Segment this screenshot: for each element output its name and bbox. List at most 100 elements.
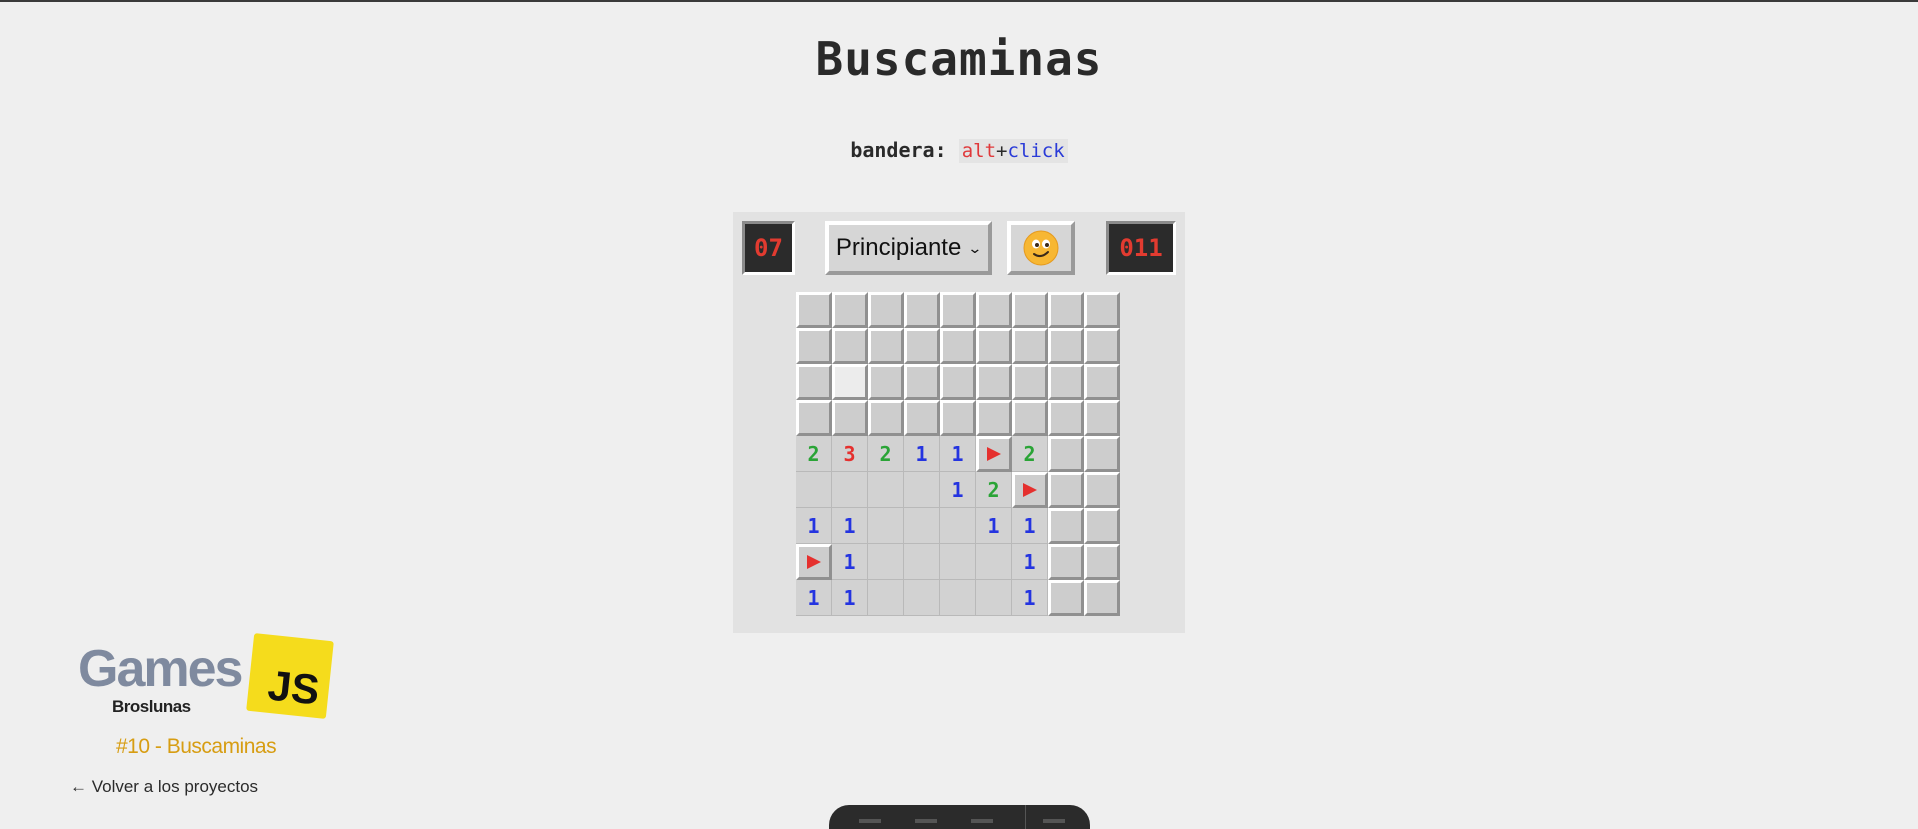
empty-cell[interactable] bbox=[832, 472, 868, 508]
number-cell[interactable]: 1 bbox=[940, 472, 976, 508]
hidden-cell[interactable] bbox=[1012, 292, 1048, 328]
hidden-cell[interactable] bbox=[1048, 508, 1084, 544]
smiley-face-icon bbox=[1023, 230, 1059, 266]
level-select[interactable]: Principiante ⌄ bbox=[825, 221, 992, 275]
number-cell[interactable]: 3 bbox=[832, 436, 868, 472]
empty-cell[interactable] bbox=[904, 472, 940, 508]
number-cell[interactable]: 2 bbox=[796, 436, 832, 472]
hidden-cell[interactable] bbox=[868, 400, 904, 436]
empty-cell[interactable] bbox=[868, 544, 904, 580]
number-cell[interactable]: 1 bbox=[1012, 544, 1048, 580]
empty-cell[interactable] bbox=[904, 544, 940, 580]
hidden-cell[interactable] bbox=[796, 364, 832, 400]
reset-button[interactable] bbox=[1007, 221, 1075, 275]
empty-cell[interactable] bbox=[904, 508, 940, 544]
hidden-cell[interactable] bbox=[976, 364, 1012, 400]
number-cell[interactable]: 1 bbox=[940, 436, 976, 472]
number-cell[interactable]: 1 bbox=[832, 508, 868, 544]
hidden-cell[interactable] bbox=[976, 328, 1012, 364]
hidden-cell[interactable] bbox=[904, 364, 940, 400]
hidden-cell[interactable] bbox=[940, 364, 976, 400]
hidden-cell[interactable] bbox=[796, 328, 832, 364]
empty-cell[interactable] bbox=[868, 508, 904, 544]
hidden-cell[interactable] bbox=[832, 328, 868, 364]
mine-grid: 23211212111111111 bbox=[796, 292, 1120, 616]
hidden-cell[interactable] bbox=[904, 400, 940, 436]
hidden-cell[interactable] bbox=[904, 328, 940, 364]
empty-cell[interactable] bbox=[976, 580, 1012, 616]
number-cell[interactable]: 2 bbox=[1012, 436, 1048, 472]
number-cell[interactable]: 1 bbox=[1012, 580, 1048, 616]
hidden-cell[interactable] bbox=[940, 400, 976, 436]
hidden-cell[interactable] bbox=[832, 400, 868, 436]
hidden-cell[interactable] bbox=[1084, 400, 1120, 436]
flag-hint: bandera: alt+click bbox=[0, 138, 1918, 163]
settings-icon[interactable] bbox=[1043, 819, 1065, 823]
mines-counter: 07 bbox=[742, 221, 795, 275]
key-alt: alt bbox=[961, 140, 997, 162]
hidden-cell[interactable] bbox=[1012, 364, 1048, 400]
hidden-cell[interactable] bbox=[1048, 364, 1084, 400]
hidden-cell[interactable] bbox=[832, 292, 868, 328]
toolbar-separator bbox=[1025, 805, 1026, 829]
number-cell[interactable]: 1 bbox=[976, 508, 1012, 544]
flagged-cell[interactable] bbox=[976, 436, 1012, 472]
hidden-cell[interactable] bbox=[868, 364, 904, 400]
hidden-cell[interactable] bbox=[868, 292, 904, 328]
hidden-cell[interactable] bbox=[832, 364, 868, 400]
hidden-cell[interactable] bbox=[1048, 436, 1084, 472]
hidden-cell[interactable] bbox=[1048, 292, 1084, 328]
key-plus: + bbox=[996, 140, 1008, 162]
timer-counter: 011 bbox=[1106, 221, 1176, 275]
empty-cell[interactable] bbox=[904, 580, 940, 616]
hidden-cell[interactable] bbox=[1084, 472, 1120, 508]
hidden-cell[interactable] bbox=[1084, 508, 1120, 544]
number-cell[interactable]: 2 bbox=[976, 472, 1012, 508]
hidden-cell[interactable] bbox=[1012, 400, 1048, 436]
minesweeper-board: 07 Principiante ⌄ 011 23211212111111111 bbox=[733, 212, 1185, 633]
number-cell[interactable]: 1 bbox=[796, 580, 832, 616]
hidden-cell[interactable] bbox=[868, 328, 904, 364]
empty-cell[interactable] bbox=[940, 544, 976, 580]
hidden-cell[interactable] bbox=[976, 400, 1012, 436]
empty-cell[interactable] bbox=[868, 580, 904, 616]
number-cell[interactable]: 1 bbox=[832, 580, 868, 616]
empty-cell[interactable] bbox=[940, 508, 976, 544]
hidden-cell[interactable] bbox=[1084, 364, 1120, 400]
hidden-cell[interactable] bbox=[1048, 580, 1084, 616]
number-cell[interactable]: 1 bbox=[904, 436, 940, 472]
toolbar-icon[interactable] bbox=[859, 819, 881, 823]
number-cell[interactable]: 1 bbox=[796, 508, 832, 544]
chevron-down-icon: ⌄ bbox=[967, 239, 983, 256]
hidden-cell[interactable] bbox=[940, 328, 976, 364]
flag-icon bbox=[807, 555, 821, 569]
back-to-projects-link[interactable]: ← Volver a los proyectos bbox=[70, 777, 258, 797]
toolbar-icon[interactable] bbox=[915, 819, 937, 823]
number-cell[interactable]: 1 bbox=[832, 544, 868, 580]
hidden-cell[interactable] bbox=[1084, 328, 1120, 364]
hidden-cell[interactable] bbox=[976, 292, 1012, 328]
hidden-cell[interactable] bbox=[796, 400, 832, 436]
empty-cell[interactable] bbox=[796, 472, 832, 508]
hidden-cell[interactable] bbox=[940, 292, 976, 328]
hidden-cell[interactable] bbox=[796, 292, 832, 328]
flagged-cell[interactable] bbox=[796, 544, 832, 580]
flagged-cell[interactable] bbox=[1012, 472, 1048, 508]
hidden-cell[interactable] bbox=[1084, 544, 1120, 580]
empty-cell[interactable] bbox=[976, 544, 1012, 580]
hidden-cell[interactable] bbox=[1084, 580, 1120, 616]
hidden-cell[interactable] bbox=[1012, 328, 1048, 364]
toolbar-icon[interactable] bbox=[971, 819, 993, 823]
hidden-cell[interactable] bbox=[1048, 400, 1084, 436]
hidden-cell[interactable] bbox=[1048, 472, 1084, 508]
hidden-cell[interactable] bbox=[1048, 544, 1084, 580]
empty-cell[interactable] bbox=[940, 580, 976, 616]
hidden-cell[interactable] bbox=[1084, 436, 1120, 472]
hidden-cell[interactable] bbox=[1048, 328, 1084, 364]
empty-cell[interactable] bbox=[868, 472, 904, 508]
bottom-toolbar bbox=[829, 805, 1090, 829]
number-cell[interactable]: 1 bbox=[1012, 508, 1048, 544]
number-cell[interactable]: 2 bbox=[868, 436, 904, 472]
hidden-cell[interactable] bbox=[904, 292, 940, 328]
hidden-cell[interactable] bbox=[1084, 292, 1120, 328]
